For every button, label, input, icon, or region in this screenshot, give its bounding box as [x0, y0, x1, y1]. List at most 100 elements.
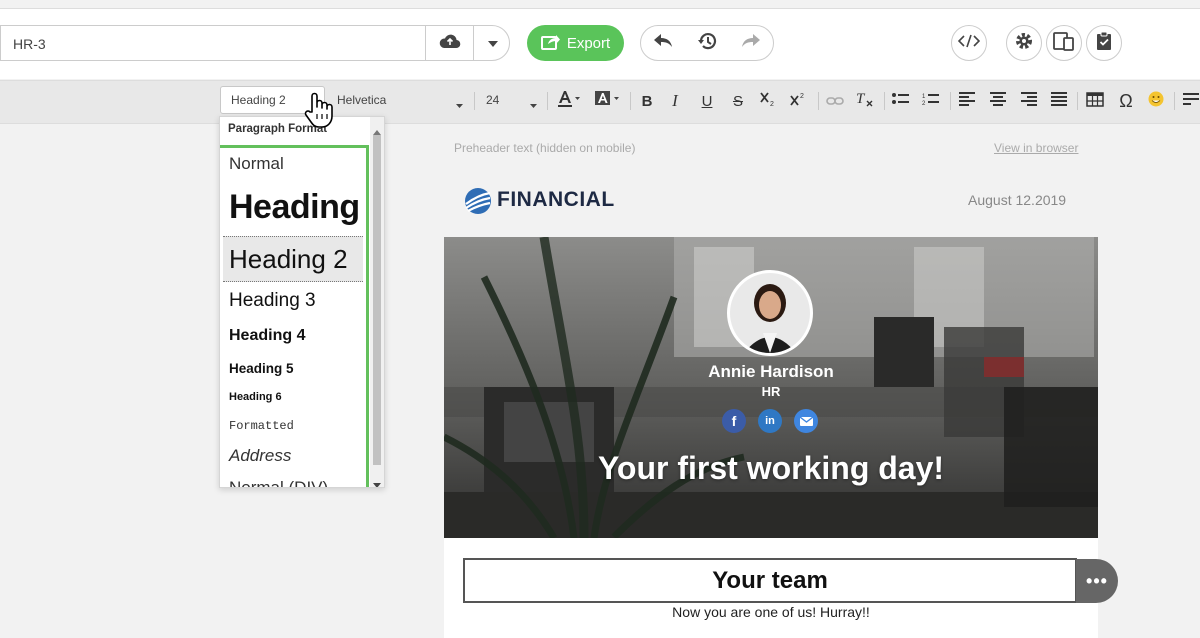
- align-center-icon: [990, 92, 1006, 110]
- team-subtext: Now you are one of us! Hurray!!: [672, 604, 870, 620]
- preheader-text: Preheader text (hidden on mobile): [454, 141, 636, 155]
- history-button[interactable]: [685, 26, 729, 60]
- format-option-heading-4[interactable]: Heading 4: [223, 327, 363, 345]
- save-options-dropdown[interactable]: [473, 26, 511, 60]
- undo-button[interactable]: [641, 26, 685, 60]
- hand-cursor-icon: [303, 90, 337, 130]
- justify-icon: [1051, 92, 1067, 110]
- paragraph-format-dropdown: Paragraph Format Normal Heading Heading …: [219, 116, 385, 488]
- team-heading-block[interactable]: Your team: [463, 558, 1077, 603]
- bold-button[interactable]: B: [638, 90, 656, 112]
- background-color-button[interactable]: [593, 90, 621, 112]
- superscript-icon: 2: [790, 91, 808, 111]
- align-right-icon: [1021, 92, 1037, 110]
- align-center-button[interactable]: [987, 90, 1009, 112]
- link-icon: [826, 93, 844, 110]
- toolbar-separator: [950, 92, 951, 110]
- scroll-down-icon[interactable]: [373, 475, 381, 487]
- svg-text:2: 2: [770, 101, 774, 107]
- financial-logo-icon: [464, 187, 492, 215]
- align-left-icon: [959, 92, 975, 110]
- format-option-heading[interactable]: Heading: [223, 188, 363, 227]
- underline-label: U: [701, 92, 713, 110]
- emoji-icon: [1148, 91, 1164, 111]
- svg-text:2: 2: [922, 101, 926, 106]
- person-role: HR: [761, 384, 781, 399]
- toolbar-separator: [630, 92, 631, 110]
- redo-icon: [741, 33, 761, 53]
- font-size-value: 24: [486, 93, 500, 107]
- save-to-cloud-button[interactable]: [425, 26, 473, 60]
- font-family-select[interactable]: Helvetica: [337, 86, 467, 114]
- caret-down-icon: [487, 34, 498, 52]
- dropdown-scrollbar[interactable]: [370, 117, 384, 487]
- caret-down-icon: [456, 97, 463, 111]
- settings-button[interactable]: [1006, 25, 1042, 61]
- format-option-address[interactable]: Address: [223, 446, 363, 466]
- align-right-button[interactable]: [1018, 90, 1040, 112]
- export-button[interactable]: Export: [527, 25, 624, 61]
- more-dots-icon: •••: [1086, 570, 1108, 591]
- underline-button[interactable]: U: [698, 90, 716, 112]
- strikethrough-label: S: [732, 92, 743, 110]
- text-color-icon: [557, 90, 581, 112]
- numbered-list-button[interactable]: 12: [920, 90, 942, 112]
- svg-text:T: T: [856, 91, 866, 107]
- justify-button[interactable]: [1048, 90, 1070, 112]
- font-family-value: Helvetica: [337, 93, 387, 107]
- subscript-button[interactable]: 2: [758, 90, 780, 112]
- clear-formatting-button[interactable]: T: [854, 90, 876, 112]
- table-icon: [1086, 91, 1104, 111]
- format-option-formatted[interactable]: Formatted: [223, 419, 363, 433]
- paragraph-format-value: Heading 2: [231, 93, 286, 107]
- format-option-normal[interactable]: Normal: [223, 154, 363, 174]
- template-name-input[interactable]: [13, 34, 413, 54]
- undo-icon: [653, 33, 673, 53]
- italic-label: I: [672, 91, 678, 110]
- align-left-button[interactable]: [956, 90, 978, 112]
- format-option-normal-div[interactable]: Normal (DIV): [223, 478, 363, 487]
- toolbar-separator: [1077, 92, 1078, 110]
- emoji-button[interactable]: [1145, 90, 1167, 112]
- format-option-heading-3[interactable]: Heading 3: [223, 290, 363, 312]
- device-preview-button[interactable]: [1046, 25, 1082, 61]
- facebook-icon[interactable]: f: [722, 409, 746, 433]
- redo-button[interactable]: [729, 26, 773, 60]
- format-option-heading-2[interactable]: Heading 2: [223, 236, 363, 282]
- dropdown-scroll-thumb[interactable]: [373, 135, 381, 465]
- italic-button[interactable]: I: [666, 90, 684, 112]
- email-date: August 12.2019: [968, 192, 1067, 208]
- font-size-select[interactable]: 24: [486, 86, 540, 114]
- export-label: Export: [566, 34, 611, 52]
- code-icon: [957, 34, 981, 53]
- numbered-list-icon: 12: [922, 92, 940, 110]
- strikethrough-button[interactable]: S: [729, 90, 747, 112]
- insert-table-button[interactable]: [1084, 90, 1106, 112]
- template-name-field: [0, 25, 510, 61]
- clipboard-check-icon: [1095, 31, 1113, 56]
- gear-icon: [1014, 31, 1034, 56]
- bullet-list-icon: [892, 92, 910, 110]
- email-icon[interactable]: [794, 409, 818, 433]
- block-more-button[interactable]: •••: [1076, 559, 1118, 603]
- more-formatting-button[interactable]: [1182, 90, 1200, 112]
- link-button[interactable]: [824, 90, 846, 112]
- clear-formatting-icon: T: [855, 90, 875, 112]
- linkedin-icon[interactable]: in: [758, 409, 782, 433]
- special-character-button[interactable]: Ω: [1115, 90, 1137, 112]
- test-email-button[interactable]: [1086, 25, 1122, 61]
- code-editor-button[interactable]: [951, 25, 987, 61]
- caret-down-icon: [530, 97, 537, 111]
- paragraph-format-list: Normal Heading Heading 2 Heading 3 Headi…: [220, 145, 369, 487]
- devices-icon: [1053, 31, 1075, 56]
- text-color-button[interactable]: [556, 90, 582, 112]
- view-in-browser-link[interactable]: View in browser: [994, 141, 1078, 155]
- superscript-button[interactable]: 2: [788, 90, 810, 112]
- svg-text:1: 1: [922, 94, 926, 100]
- bold-label: B: [641, 92, 653, 110]
- bullet-list-button[interactable]: [890, 90, 912, 112]
- hero-banner[interactable]: Annie Hardison HR f in Your first workin…: [444, 237, 1098, 538]
- format-option-heading-6[interactable]: Heading 6: [223, 391, 363, 403]
- format-option-heading-5[interactable]: Heading 5: [223, 361, 363, 376]
- toolbar-separator: [884, 92, 885, 110]
